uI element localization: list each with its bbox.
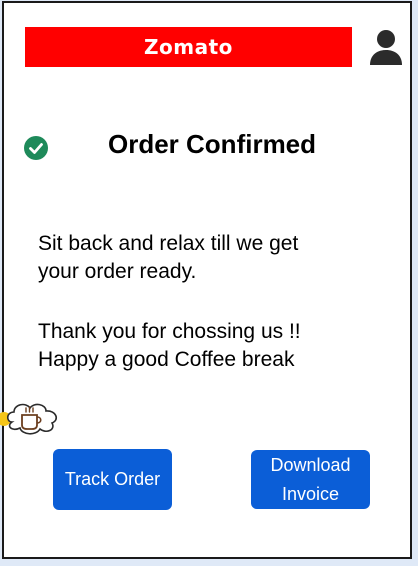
relax-message: Sit back and relax till we get your orde… bbox=[38, 230, 388, 286]
track-order-button[interactable]: Track Order bbox=[53, 449, 172, 510]
coffee-cup-icon bbox=[0, 403, 58, 435]
message-line: Thank you for chossing us !! bbox=[38, 320, 301, 343]
message-line: Sit back and relax till we get bbox=[38, 232, 299, 255]
page-title: Order Confirmed bbox=[108, 129, 317, 159]
download-invoice-button[interactable]: Download Invoice bbox=[251, 450, 370, 509]
message-line: your order ready. bbox=[38, 260, 197, 283]
check-circle-icon bbox=[24, 136, 48, 160]
order-confirmation-screen: Zomato Order Confirmed Sit back and rela… bbox=[0, 1, 412, 559]
brand-header: Zomato bbox=[25, 27, 352, 67]
invoice-label-line2: Invoice bbox=[281, 483, 340, 504]
track-order-label: Track Order bbox=[64, 469, 161, 489]
brand-name: Zomato bbox=[144, 35, 233, 59]
message-line: Happy a good Coffee break bbox=[38, 348, 295, 371]
user-icon[interactable] bbox=[368, 29, 404, 67]
invoice-label-line1: Download bbox=[270, 454, 351, 475]
thanks-message: Thank you for chossing us !! Happy a goo… bbox=[38, 318, 388, 374]
